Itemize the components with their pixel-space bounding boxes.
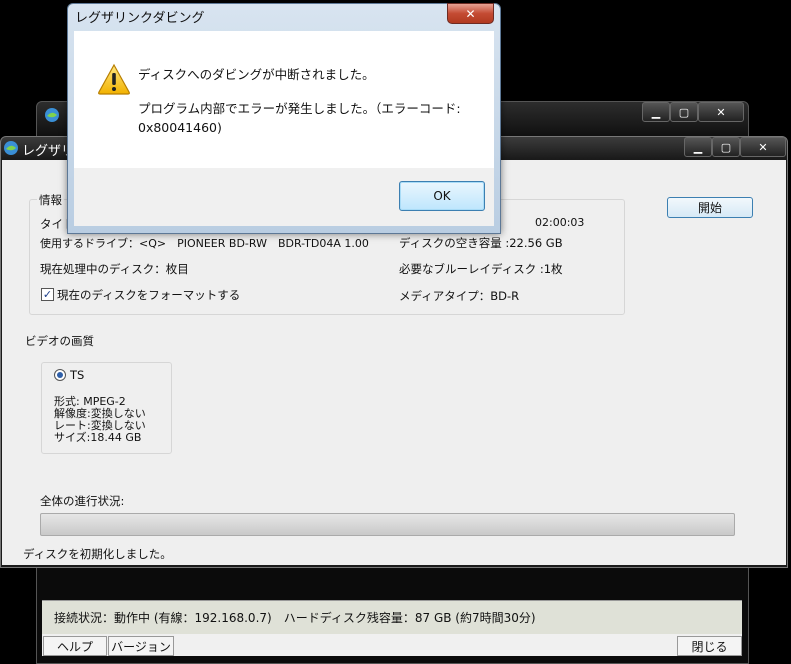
maximize-button[interactable]: ▢: [712, 137, 740, 157]
ok-button[interactable]: OK: [399, 181, 485, 211]
back-maximize-button[interactable]: ▢: [670, 102, 698, 122]
help-button[interactable]: ヘルプ: [43, 636, 107, 656]
media-type-info: メディアタイプ：BD-R: [399, 289, 520, 303]
dialog-close-button[interactable]: ✕: [447, 3, 494, 24]
start-button[interactable]: 開始: [667, 197, 753, 218]
window-close-button[interactable]: ✕: [740, 137, 786, 157]
ts-radio[interactable]: [54, 369, 66, 381]
video-quality-label: ビデオの画質: [25, 334, 94, 348]
dialog-message-error: プログラム内部でエラーが発生しました。（エラーコード: 0x80041460): [138, 101, 461, 135]
format-checkbox[interactable]: ✓: [41, 288, 54, 301]
status-message: ディスクを初期化しました。: [23, 547, 172, 561]
version-button[interactable]: バージョン: [108, 636, 174, 656]
size-info: サイズ:18.44 GB: [54, 431, 142, 444]
overall-progress-bar: [40, 513, 735, 536]
format-checkbox-label[interactable]: 現在のディスクをフォーマットする: [57, 287, 240, 303]
ts-radio-label[interactable]: TS: [70, 368, 84, 382]
info-group-label: 情報: [37, 192, 64, 208]
minimize-button[interactable]: ▁: [684, 137, 712, 157]
overall-progress-label: 全体の進行状況:: [40, 494, 125, 508]
close-button[interactable]: 閉じる: [677, 636, 742, 656]
duration-value: 02:00:03: [535, 216, 585, 229]
back-close-button[interactable]: ✕: [698, 102, 744, 122]
app-icon: [45, 108, 59, 122]
current-disc-info: 現在処理中のディスク：枚目: [40, 262, 189, 276]
connection-status-text: 接続状況：動作中 (有線：192.168.0.7) ハードディスク残容量：87 …: [54, 611, 536, 625]
back-minimize-button[interactable]: ▁: [642, 102, 670, 122]
drive-info: 使用するドライブ：<Q> PIONEER BD-RW BDR-TD04A 1.0…: [40, 237, 369, 250]
free-space-info: ディスクの空き容量 :22.56 GB: [399, 236, 563, 250]
dialog-title: レグザリンクダビング: [75, 11, 205, 26]
required-discs-info: 必要なブルーレイディスク :1枚: [399, 262, 563, 276]
app-icon: [4, 141, 18, 155]
warning-icon: [98, 63, 130, 95]
dialog-message-primary: ディスクへのダビングが中断されました。: [138, 67, 375, 82]
